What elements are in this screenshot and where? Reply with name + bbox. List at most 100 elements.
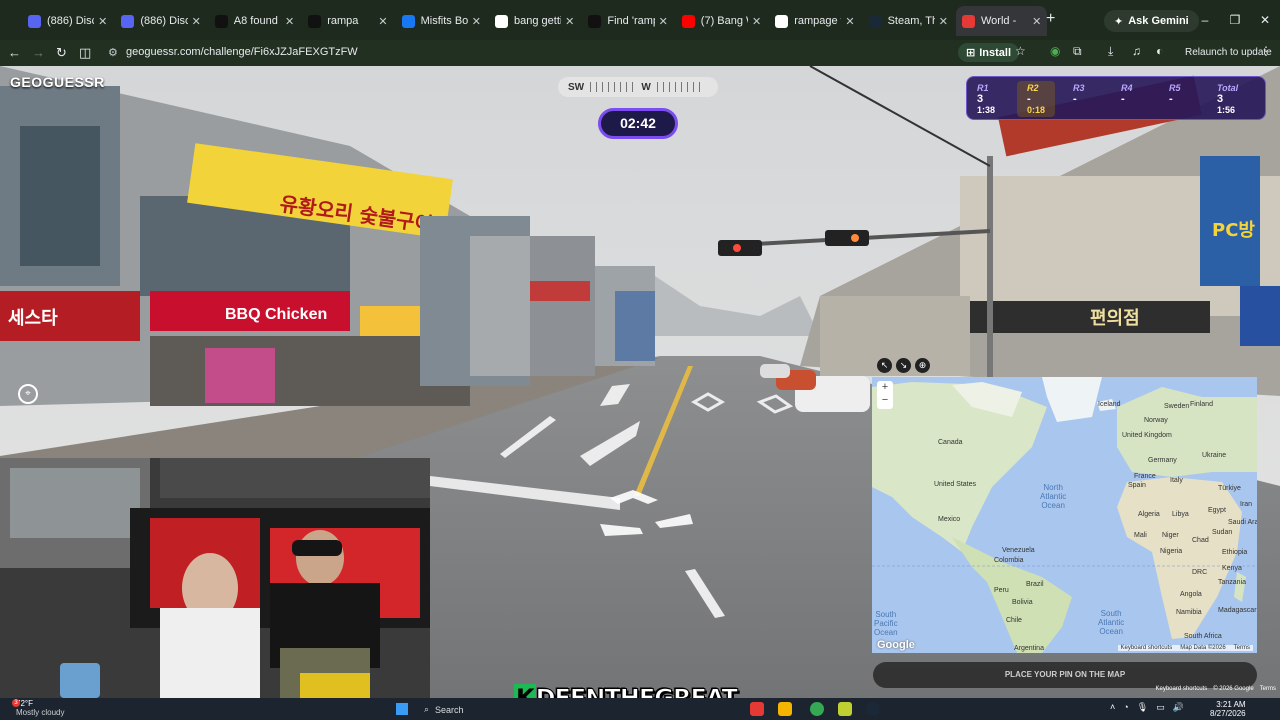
map-place-label: Algeria [1138, 511, 1160, 518]
profile-avatar-icon[interactable]: ◐ [1156, 44, 1163, 58]
install-icon: ⊞ [966, 47, 976, 59]
taskbar-search[interactable]: ⌕ Search [424, 702, 510, 717]
browser-tab[interactable]: (7) Bang Wi ✕ [676, 8, 767, 34]
tab-close-icon[interactable]: ✕ [378, 15, 387, 28]
round-r4: R4- [1121, 83, 1133, 105]
map-place-label: Mexico [938, 516, 961, 523]
map-place-label: Saudi Arabia [1228, 519, 1257, 526]
browser-tab[interactable]: Misfits Boxing ✕ [396, 8, 487, 34]
terms-link[interactable]: Terms [1234, 645, 1250, 651]
tab-close-icon[interactable]: ✕ [472, 15, 481, 28]
extension-badge-icon[interactable]: ◉ [1050, 44, 1060, 58]
clock-time: 3:21 AM [1216, 700, 1246, 709]
windows-start-icon[interactable] [396, 703, 408, 715]
tray-chevron-icon[interactable]: ˄ [1110, 702, 1115, 713]
geoguessr-logo[interactable]: GEOGUESSR [10, 74, 105, 90]
tab-title: World - [981, 15, 1017, 27]
browser-tab[interactable]: rampage we ✕ [769, 8, 860, 34]
browser-tab[interactable]: World - ✕ [956, 6, 1048, 36]
new-tab-button[interactable]: + [1046, 10, 1055, 28]
back-icon[interactable]: ← [8, 45, 21, 60]
round-score-bar: R1 3 1:38 R2-0:18 R3- R4- R5- Total 3 1:56 [966, 76, 1266, 120]
chrome-icon[interactable] [810, 702, 824, 716]
maximize-button[interactable]: ❐ [1220, 0, 1250, 40]
browser-tab[interactable]: (886) Discord ✕ [22, 8, 113, 34]
browser-tab[interactable]: (886) Discord ✕ [115, 8, 206, 34]
tab-title: rampa [327, 15, 359, 27]
microphone-icon[interactable]: 🎙 [1137, 702, 1148, 713]
geoguessr-game: 유황오리 숯불구이 BBQ Chicken 세스타 PC방 편의점 GEOGUE… [0, 66, 1280, 698]
install-label: Install [979, 46, 1012, 59]
address-bar[interactable]: ⚙ geoguessr.com/challenge/Fi6xJZJaFEXGTz… [100, 42, 950, 64]
zoom-out-button[interactable]: − [877, 394, 893, 407]
tab-title: rampage we [794, 15, 841, 27]
zoom-in-button[interactable]: + [877, 381, 893, 394]
tab-favicon-icon [121, 14, 135, 28]
round-label: R3 [1073, 83, 1085, 93]
split-view-icon[interactable]: ◫ [79, 45, 91, 61]
tab-title: (7) Bang Wi [700, 15, 748, 27]
tab-close-icon[interactable]: ✕ [939, 15, 948, 28]
app-icon[interactable] [750, 702, 764, 716]
map-place-label: Chad [1192, 537, 1209, 544]
weather-widget[interactable]: 3 72°F Mostly cloudy [12, 699, 64, 717]
taskbar-clock[interactable]: 3:21 AM 8/27/2026 [1210, 700, 1246, 718]
tab-close-icon[interactable]: ✕ [1032, 15, 1041, 28]
install-app-button[interactable]: ⊞ Install [958, 43, 1020, 62]
tab-favicon-icon [28, 14, 41, 28]
url-text[interactable]: geoguessr.com/challenge/Fi6xJZJaFEXGTzFW [126, 46, 358, 58]
browser-tab[interactable]: A8 found Ra ✕ [209, 8, 300, 34]
tab-close-icon[interactable]: ✕ [752, 15, 761, 28]
map-place-label: Namibia [1176, 609, 1202, 616]
browser-tab[interactable]: Find 'rampa ✕ [582, 8, 673, 34]
bookmark-star-icon[interactable]: ☆ [1015, 44, 1026, 58]
round-label: Total [1217, 83, 1239, 93]
volume-icon[interactable]: 🔊 [1173, 702, 1184, 713]
tab-close-icon[interactable]: ✕ [192, 15, 201, 28]
tab-close-icon[interactable]: ✕ [98, 15, 107, 28]
media-controls-icon[interactable]: ♫ [1132, 44, 1141, 58]
app-icon[interactable] [838, 702, 852, 716]
terms-link[interactable]: Terms [1260, 686, 1276, 692]
site-info-icon[interactable]: ⚙ [108, 46, 118, 59]
steam-icon[interactable] [866, 702, 880, 716]
menu-kebab-icon[interactable]: ⋮ [1260, 44, 1272, 58]
map-place-label: DRC [1192, 569, 1208, 576]
return-to-start-icon[interactable]: ⌖ [18, 384, 38, 404]
downloads-icon[interactable]: ⤓ [1108, 44, 1113, 59]
place-pin-button[interactable]: PLACE YOUR PIN ON THE MAP [873, 662, 1257, 688]
notification-badge: 3 [12, 699, 20, 707]
keyboard-shortcuts-link[interactable]: Keyboard shortcuts [1121, 645, 1173, 651]
extensions-puzzle-icon[interactable]: ⧉ [1073, 44, 1082, 59]
tab-close-icon[interactable]: ✕ [285, 15, 294, 28]
close-window-button[interactable]: ✕ [1250, 0, 1280, 40]
tab-close-icon[interactable]: ✕ [565, 15, 574, 28]
map-place-label: Spain [1128, 482, 1146, 489]
tray-app-icon[interactable]: ◔ [1123, 702, 1128, 713]
browser-tab[interactable]: bang getting✕ [489, 8, 580, 34]
reload-icon[interactable]: ↻ [56, 45, 67, 61]
map-place-label: Kenya [1222, 565, 1242, 572]
map-place-label: United States [934, 481, 977, 488]
forward-icon[interactable]: → [32, 45, 45, 60]
map-place-label: France [1134, 473, 1156, 480]
search-label: Search [435, 704, 464, 715]
map-shrink-icon[interactable]: ↘ [896, 358, 911, 373]
map-place-label: Nigeria [1160, 548, 1183, 555]
tab-title: A8 found Ra [233, 15, 281, 27]
file-explorer-icon[interactable] [778, 702, 792, 716]
map-pin-toggle-icon[interactable]: ⊕ [915, 358, 930, 373]
browser-tab[interactable]: Steam, The I ✕ [863, 8, 954, 34]
compass-center-label: W [641, 81, 651, 93]
tab-close-icon[interactable]: ✕ [845, 15, 854, 28]
browser-tab[interactable]: rampa ✕ [302, 8, 393, 34]
round-timer: 02:42 [598, 108, 678, 139]
guess-map[interactable]: + − Canada United States Mexico Venezuela Co… [872, 377, 1257, 653]
tab-close-icon[interactable]: ✕ [659, 15, 668, 28]
minimize-button[interactable]: – [1190, 0, 1220, 40]
keyboard-shortcuts-link[interactable]: Keyboard shortcuts [1156, 686, 1208, 692]
ask-gemini-button[interactable]: ✦ Ask Gemini [1104, 10, 1199, 32]
round-time: 1:38 [977, 105, 996, 115]
map-expand-icon[interactable]: ↖ [877, 358, 892, 373]
network-icon[interactable]: ▭ [1156, 702, 1165, 713]
